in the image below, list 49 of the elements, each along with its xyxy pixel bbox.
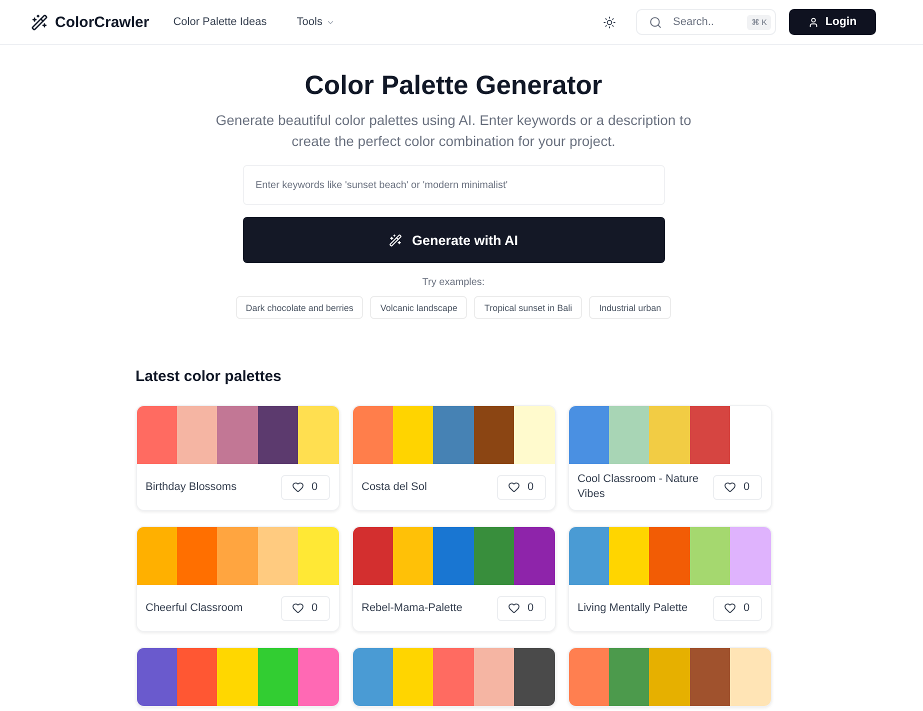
palette-card[interactable]: Birthday Blossoms 0 [136, 405, 340, 511]
examples-label: Try examples: [422, 276, 485, 290]
palette-card[interactable]: Costa del Sol 0 [352, 405, 556, 511]
palette-card[interactable] [352, 647, 556, 707]
page-title: Color Palette Generator [304, 70, 602, 100]
login-button[interactable]: Login [789, 9, 876, 35]
example-chip[interactable]: Tropical sunset in Bali [474, 296, 582, 319]
like-button[interactable]: 0 [496, 596, 546, 620]
palette-card[interactable] [568, 647, 772, 707]
like-button[interactable]: 0 [280, 596, 330, 620]
sun-icon [602, 16, 616, 28]
palette-name: Cheerful Classroom [146, 600, 244, 616]
logo-link[interactable]: ColorCrawler [31, 14, 150, 30]
like-button[interactable]: 0 [712, 474, 762, 500]
heart-icon [724, 481, 736, 493]
like-button[interactable]: 0 [280, 474, 330, 500]
search-field[interactable]: Search.. ⌘ K [636, 9, 776, 35]
example-chip[interactable]: Dark chocolate and berries [236, 296, 364, 319]
palette-card[interactable] [136, 647, 340, 707]
heart-icon [508, 481, 520, 493]
heart-icon [508, 602, 520, 614]
nav-link[interactable]: Color Palette Ideas [173, 16, 267, 28]
example-chip[interactable]: Industrial urban [589, 296, 672, 319]
heart-icon [292, 481, 304, 493]
keyboard-shortcut: ⌘ K [747, 14, 771, 30]
search-icon [649, 16, 662, 28]
palette-name: Costa del Sol [362, 480, 428, 494]
palette-name: Living Mentally Palette [578, 600, 689, 616]
section-title: Latest color palettes [136, 367, 282, 387]
user-icon [808, 16, 820, 28]
page-subtitle: Generate beautiful color palettes using AI. Enter keywords or a description to create the perfect color combination for your project. [214, 111, 692, 151]
magic-wand-icon [388, 234, 402, 246]
theme-toggle-button[interactable] [602, 15, 616, 29]
keyword-input-field[interactable]: Enter keywords like 'sunset beach' or 'modern minimalist' [242, 165, 664, 205]
palette-name: Rebel-Mama-Palette [362, 600, 464, 616]
palette-card[interactable]: Rebel-Mama-Palette 0 [352, 526, 556, 632]
palette-card[interactable]: Living Mentally Palette 0 [568, 526, 772, 632]
palette-name: Cool Classroom - Nature Vibes [578, 472, 700, 502]
like-button[interactable]: 0 [712, 596, 762, 620]
heart-icon [724, 602, 736, 614]
palette-card[interactable]: Cool Classroom - Nature Vibes 0 [568, 405, 772, 511]
example-chip[interactable]: Volcanic landscape [370, 296, 468, 319]
like-button[interactable]: 0 [496, 474, 546, 500]
palette-card[interactable]: Cheerful Classroom 0 [136, 526, 340, 632]
nav-dropdown[interactable]: Tools [296, 16, 336, 28]
generate-button[interactable]: Generate with AI [242, 217, 664, 263]
heart-icon [292, 602, 304, 614]
palette-name: Birthday Blossoms [146, 480, 238, 494]
magic-wand-icon [31, 14, 48, 30]
